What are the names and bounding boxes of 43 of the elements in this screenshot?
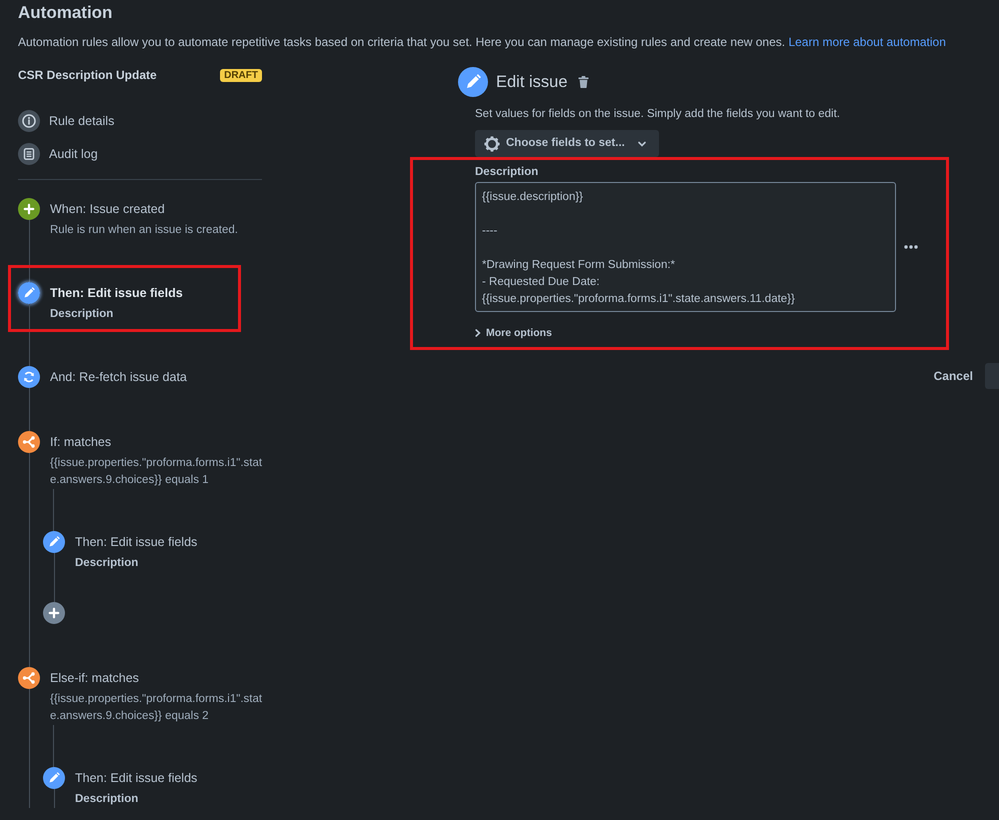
panel-title: Edit issue [496, 72, 568, 93]
pencil-icon [458, 67, 488, 97]
trash-icon[interactable] [578, 76, 589, 88]
plus-icon [18, 198, 40, 220]
page-title: Automation [18, 3, 114, 23]
step-title[interactable]: If: matches [50, 431, 112, 453]
plus-icon[interactable] [43, 602, 65, 624]
step-title[interactable]: Then: Edit issue fields [75, 531, 198, 553]
field-label: Description [475, 165, 538, 180]
step-title[interactable]: When: Issue created [50, 198, 165, 220]
step-summary: Description [75, 556, 138, 571]
step-summary: Description [50, 307, 114, 322]
more-icon[interactable] [904, 245, 918, 249]
intro-text: Automation rules allow you to automate repetitive tasks based on criteria that you set. Here you can manage existing rules and create new ones. Learn more about automation [18, 34, 947, 51]
panel-hint: Set values for fields on the issue. Simply add the fields you want to edit. [475, 107, 840, 122]
caret-icon [636, 138, 647, 148]
pencil-icon [43, 767, 65, 789]
choose-fields-button[interactable]: Choose fields to set... [475, 130, 659, 157]
description-field[interactable]: {{issue.description}} ---- *Drawing Request Form Submission:* - Requested Due Date: {{issue.properties."proforma.forms.i1".state.answers.11.date}} [475, 182, 896, 312]
sidebar-link[interactable]: Audit log [18, 143, 98, 165]
cancel-button[interactable]: Cancel [928, 363, 979, 389]
step-title[interactable]: And: Re-fetch issue data [50, 366, 187, 388]
step-title[interactable]: Then: Edit issue fields [50, 282, 183, 304]
refresh-icon [18, 366, 40, 388]
more-options-toggle[interactable]: More options [475, 325, 552, 341]
step-summary: Rule is run when an issue is created. [50, 223, 239, 238]
pencil-icon [43, 531, 65, 553]
document-icon [18, 143, 40, 165]
step-summary: Description [75, 792, 138, 807]
branch-icon [18, 431, 40, 453]
gear-icon [484, 136, 500, 152]
learn-more-link[interactable]: Learn more about automation [788, 35, 946, 49]
branch-icon [18, 667, 40, 689]
step-title[interactable]: Else-if: matches [50, 667, 139, 689]
rule-name: CSR Description Update [18, 67, 157, 84]
status-badge: DRAFT [220, 68, 262, 82]
sidebar-link[interactable]: Rule details [18, 110, 114, 132]
info-icon [18, 110, 40, 132]
step-title[interactable]: Then: Edit issue fields [75, 767, 198, 789]
pencil-icon [18, 282, 40, 304]
step-summary: {{issue.properties."proforma.forms.i1".state.answers.9.choices}} equals 1 [50, 456, 264, 488]
chevron-icon [475, 329, 481, 337]
step-summary: {{issue.properties."proforma.forms.i1".state.answers.9.choices}} equals 2 [50, 692, 264, 724]
